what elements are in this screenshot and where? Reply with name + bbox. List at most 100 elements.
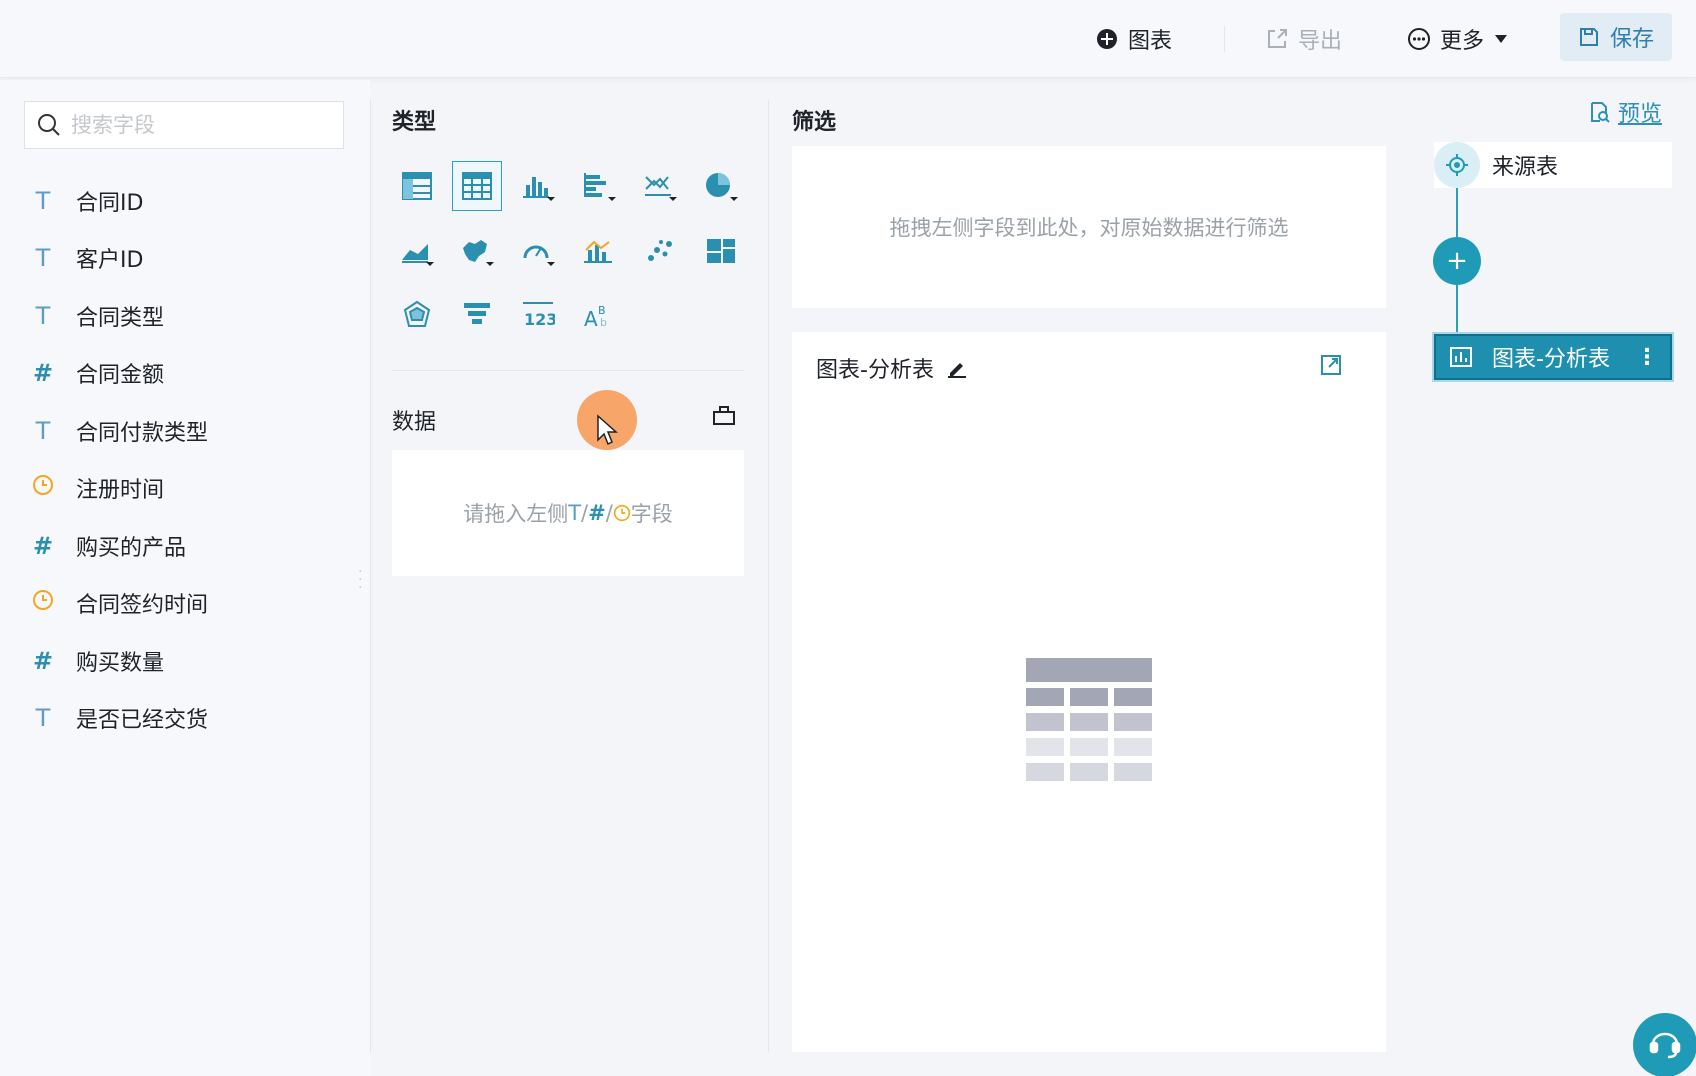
field-name: 合同类型	[76, 306, 165, 331]
field-item[interactable]: # 购买数量	[30, 641, 164, 681]
preview-link-label: 预览	[1618, 102, 1663, 127]
gauge-chart-icon[interactable]	[513, 226, 563, 276]
clear-data-icon[interactable]	[712, 404, 736, 430]
detail-table-chart-icon[interactable]	[452, 161, 502, 211]
text-type-icon: T	[35, 704, 51, 732]
save-button[interactable]: 保存	[1560, 13, 1672, 61]
customer-service-button[interactable]	[1633, 1013, 1696, 1076]
bar-chart-icon[interactable]	[513, 161, 563, 211]
preview-link[interactable]: 预览	[1588, 96, 1662, 128]
type-section-title: 类型	[392, 110, 437, 135]
treemap-chart-icon[interactable]	[696, 226, 746, 276]
field-name: 合同ID	[76, 191, 144, 216]
filter-section-title: 筛选	[792, 110, 837, 135]
area-chart-icon[interactable]	[392, 226, 442, 276]
export-button[interactable]: 导出	[1266, 18, 1342, 60]
chart-title: 图表-分析表	[816, 358, 934, 383]
group-table-chart-icon[interactable]	[392, 161, 442, 211]
radar-chart-icon[interactable]	[392, 290, 442, 340]
preview-icon	[1591, 102, 1610, 123]
filter-drop-zone[interactable]: 拖拽左侧字段到此处，对原始数据进行筛选	[792, 146, 1386, 308]
combo-chart-icon[interactable]	[574, 226, 624, 276]
target-icon	[1434, 142, 1480, 188]
clock-icon	[30, 589, 56, 617]
text-type-icon: T	[35, 302, 51, 330]
chat-support-icon	[1649, 1032, 1681, 1059]
panel-resize-handle[interactable]: · · ·	[358, 565, 362, 595]
field-item[interactable]: # 合同金额	[30, 353, 164, 393]
field-item[interactable]: # 购买的产品	[30, 526, 186, 566]
field-name: 购买的产品	[76, 536, 187, 561]
data-drop-zone[interactable]: 请拖入左侧 T / # / 字段	[392, 450, 744, 576]
text-type-icon: T	[35, 244, 51, 272]
mouse-pointer-icon	[596, 414, 618, 450]
text-type-icon: T	[35, 417, 51, 445]
field-item[interactable]: T 合同ID	[30, 181, 144, 221]
save-icon	[1579, 28, 1598, 46]
number-type-icon: #	[588, 501, 606, 525]
add-chart-button[interactable]: 图表	[1096, 18, 1172, 60]
kpi-card-icon[interactable]: 123	[513, 290, 563, 340]
horizontal-bar-chart-icon[interactable]	[574, 161, 624, 211]
data-section-title: 数据	[392, 410, 437, 435]
caret-down-icon	[1495, 35, 1508, 43]
more-dropdown[interactable]: 更多	[1408, 18, 1508, 60]
chart-node[interactable]: 图表-分析表 ⋮	[1434, 334, 1672, 380]
word-cloud-icon[interactable]: ABb	[574, 290, 624, 340]
add-chart-label: 图表	[1128, 29, 1173, 54]
more-circle-icon	[1408, 28, 1430, 50]
field-name: 注册时间	[76, 478, 165, 503]
chart-title-row: 图表-分析表	[816, 352, 968, 384]
chart-node-icon	[1450, 347, 1472, 367]
add-step-button[interactable]: +	[1433, 237, 1481, 285]
field-name: 客户ID	[76, 248, 144, 273]
export-icon	[1268, 29, 1287, 48]
toolbar-divider	[1224, 26, 1225, 52]
filter-placeholder: 拖拽左侧字段到此处，对原始数据进行筛选	[889, 216, 1289, 240]
chart-preview-card: 图表-分析表	[792, 332, 1386, 1052]
field-item[interactable]: T 客户ID	[30, 238, 144, 278]
search-icon	[38, 114, 60, 136]
field-item[interactable]: T 合同类型	[30, 296, 164, 336]
edit-icon[interactable]	[946, 357, 968, 379]
clock-icon	[613, 504, 631, 522]
line-chart-icon[interactable]	[635, 161, 685, 211]
expand-icon[interactable]	[1320, 354, 1342, 380]
empty-table-placeholder-icon	[1026, 658, 1152, 788]
number-type-icon: #	[32, 532, 54, 560]
panel-divider	[768, 100, 769, 1052]
field-search-input[interactable]	[71, 113, 311, 137]
source-table-node[interactable]: 来源表	[1434, 142, 1672, 188]
export-label: 导出	[1298, 29, 1343, 54]
pie-chart-icon[interactable]	[696, 161, 746, 211]
plus-icon: +	[1446, 246, 1468, 276]
drop-separator: /	[581, 501, 589, 525]
field-search[interactable]	[24, 101, 344, 149]
field-item[interactable]: 合同签约时间	[30, 583, 208, 623]
panel-divider	[370, 100, 371, 1052]
drop-suffix: 字段	[630, 502, 673, 526]
field-name: 购买数量	[76, 651, 165, 676]
field-name: 合同金额	[76, 363, 165, 388]
field-panel: T 合同ID T 客户ID T 合同类型 # 合同金额 T 合同付款类型 注册时…	[0, 80, 370, 1076]
map-chart-icon[interactable]	[452, 226, 502, 276]
flow-connector	[1456, 188, 1458, 237]
svg-text:b: b	[600, 316, 607, 329]
plus-circle-icon	[1097, 29, 1117, 49]
field-item[interactable]: 注册时间	[30, 468, 164, 508]
flow-connector	[1456, 285, 1458, 334]
more-label: 更多	[1440, 29, 1485, 54]
field-item[interactable]: T 是否已经交货	[30, 698, 208, 738]
chart-node-label: 图表-分析表	[1492, 347, 1610, 372]
source-node-label: 来源表	[1492, 155, 1559, 180]
text-type-icon: T	[568, 501, 582, 525]
svg-text:123: 123	[524, 310, 555, 329]
number-type-icon: #	[32, 647, 54, 675]
funnel-chart-icon[interactable]	[452, 290, 502, 340]
drop-separator: /	[605, 501, 613, 525]
kebab-menu-icon[interactable]: ⋮	[1636, 345, 1658, 370]
field-item[interactable]: T 合同付款类型	[30, 411, 208, 451]
section-divider	[392, 370, 744, 371]
scatter-chart-icon[interactable]	[635, 226, 685, 276]
top-toolbar: 图表 导出 更多 保存	[0, 0, 1696, 78]
